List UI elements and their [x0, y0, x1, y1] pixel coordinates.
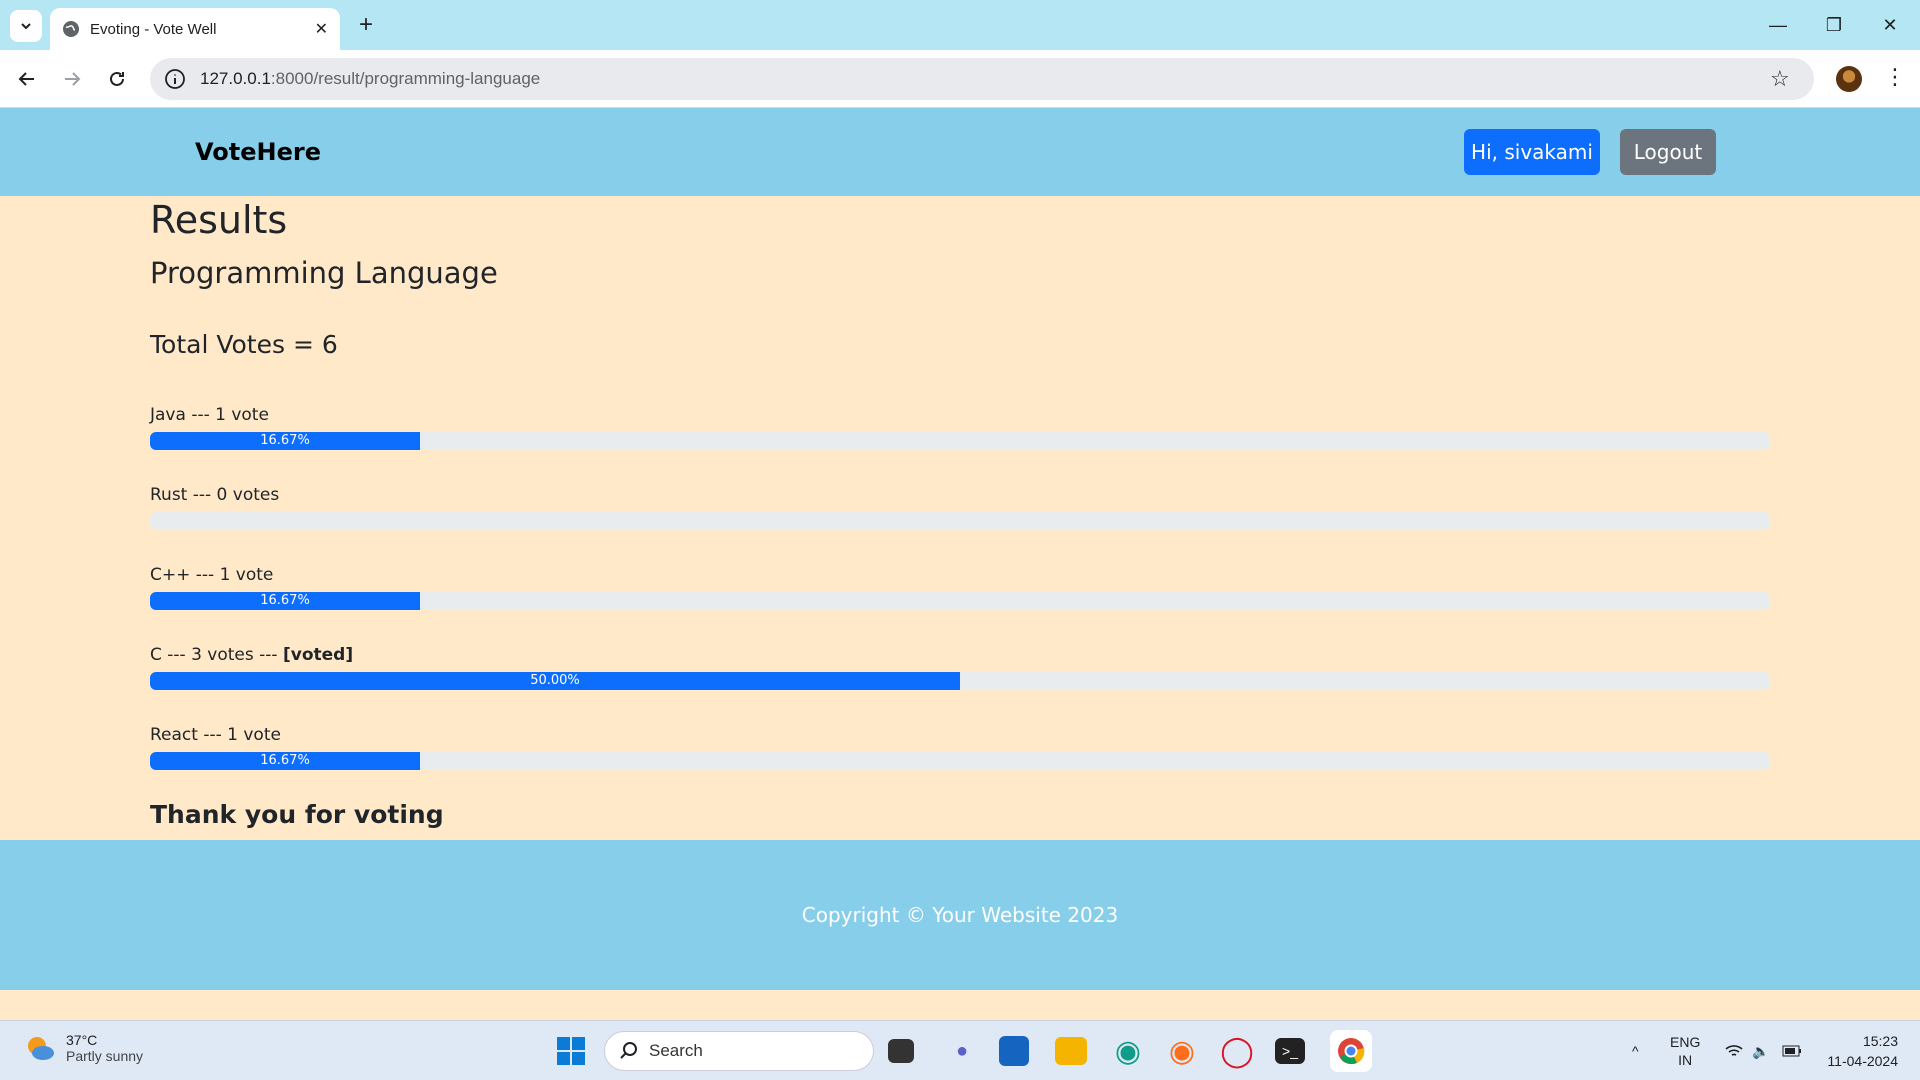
edge-icon[interactable]: ◉	[1110, 1033, 1146, 1069]
poll-title: Programming Language	[150, 256, 498, 290]
tray-chevron-icon[interactable]: ^	[1632, 1021, 1639, 1080]
windows-start-icon[interactable]	[553, 1033, 589, 1069]
restore-button[interactable]: ❐	[1806, 0, 1862, 50]
result-label: Rust --- 0 votes	[150, 485, 280, 505]
taskbar-search-label: Search	[649, 1041, 703, 1060]
system-clock[interactable]: 15:23 11-04-2024	[1818, 1031, 1898, 1071]
back-button[interactable]	[10, 62, 44, 96]
result-label: React --- 1 vote	[150, 725, 281, 745]
result-progress-fill: 16.67%	[150, 592, 421, 610]
terminal-icon[interactable]: >_	[1275, 1038, 1305, 1064]
result-label: C++ --- 1 vote	[150, 565, 274, 585]
minimize-button[interactable]: —	[1750, 0, 1806, 50]
browser-menu-icon[interactable]: ⋮	[1884, 64, 1906, 90]
result-item: C++ --- 1 vote 16.67%	[150, 564, 1770, 616]
tab-search-button[interactable]	[10, 10, 42, 42]
copyright-text: Copyright © Your Website 2023	[801, 903, 1119, 927]
weather-desc: Partly sunny	[66, 1048, 144, 1064]
result-item: C --- 3 votes --- [voted] 50.00%	[150, 644, 1770, 696]
wifi-icon[interactable]	[1724, 1021, 1744, 1080]
page-title: Results	[150, 198, 288, 242]
globe-icon	[63, 21, 79, 37]
result-progress-fill: 16.67%	[150, 432, 421, 450]
tab-title: Evoting - Vote Well	[90, 20, 217, 38]
profile-avatar[interactable]	[1836, 66, 1862, 92]
teams-icon[interactable]: ●	[944, 1033, 980, 1069]
battery-icon[interactable]	[1782, 1021, 1802, 1080]
result-item: React --- 1 vote 16.67%	[150, 724, 1770, 776]
address-bar[interactable]: 127.0.0.1:8000/result/programming-langua…	[150, 58, 1814, 100]
search-icon	[620, 1042, 637, 1059]
browser-toolbar: 127.0.0.1:8000/result/programming-langua…	[0, 50, 1920, 108]
result-progress-bar	[150, 512, 1770, 530]
site-info-icon[interactable]	[164, 68, 186, 90]
opera-icon[interactable]: ◯	[1219, 1033, 1255, 1069]
url-path: :8000/result/programming-language	[270, 69, 541, 88]
result-progress-bar: 16.67%	[150, 432, 1770, 450]
arrow-right-icon	[65, 72, 81, 86]
volume-icon[interactable]: 🔈	[1752, 1021, 1769, 1080]
new-tab-button[interactable]: +	[352, 11, 380, 39]
weather-widget[interactable]: 37°C Partly sunny	[22, 1031, 143, 1065]
thank-you-message: Thank you for voting	[150, 800, 444, 829]
logout-button[interactable]: Logout	[1620, 129, 1716, 175]
result-progress-bar: 16.67%	[150, 592, 1770, 610]
site-footer: Copyright © Your Website 2023	[0, 840, 1920, 990]
taskbar: 37°C Partly sunny Search ● ◉ ◉ ◯ >_ ^ EN…	[0, 1020, 1920, 1080]
bookmark-star-icon[interactable]: ☆	[1770, 66, 1790, 92]
url-host: 127.0.0.1	[200, 69, 271, 88]
result-progress-bar: 16.67%	[150, 752, 1770, 770]
firefox-icon[interactable]: ◉	[1164, 1033, 1200, 1069]
total-votes: Total Votes = 6	[150, 330, 338, 359]
chrome-icon[interactable]	[1330, 1030, 1372, 1072]
partly-sunny-icon	[28, 1037, 54, 1060]
reload-button[interactable]	[100, 62, 134, 96]
store-icon[interactable]	[999, 1036, 1029, 1066]
arrow-left-icon	[18, 72, 34, 86]
result-progress-bar: 50.00%	[150, 672, 1770, 690]
voted-marker: [voted]	[282, 645, 354, 665]
result-item: Rust --- 0 votes	[150, 484, 1770, 536]
browser-tab-strip: Evoting - Vote Well ✕ + — ❐ ✕	[0, 0, 1920, 50]
result-item: Java --- 1 vote 16.67%	[150, 404, 1770, 456]
result-label: C --- 3 votes --- [voted]	[150, 645, 354, 665]
result-progress-fill: 50.00%	[150, 672, 960, 690]
result-label: Java --- 1 vote	[150, 405, 269, 425]
user-greeting-button[interactable]: Hi, sivakami	[1464, 129, 1600, 175]
window-close-button[interactable]: ✕	[1862, 0, 1918, 50]
forward-button[interactable]	[55, 62, 89, 96]
browser-tab[interactable]: Evoting - Vote Well ✕	[50, 8, 340, 50]
site-navbar: VoteHere Hi, sivakami Logout	[0, 108, 1920, 196]
weather-temp: 37°C	[66, 1032, 98, 1048]
reload-icon	[110, 71, 124, 86]
taskbar-search[interactable]: Search	[604, 1031, 874, 1071]
task-view-icon[interactable]	[888, 1039, 914, 1063]
result-progress-fill: 16.67%	[150, 752, 421, 770]
language-indicator[interactable]: ENG IN	[1670, 1021, 1700, 1080]
chevron-down-icon	[21, 23, 31, 30]
close-icon[interactable]: ✕	[315, 19, 328, 39]
file-explorer-icon[interactable]	[1055, 1037, 1087, 1065]
brand-link[interactable]: VoteHere	[195, 138, 321, 166]
